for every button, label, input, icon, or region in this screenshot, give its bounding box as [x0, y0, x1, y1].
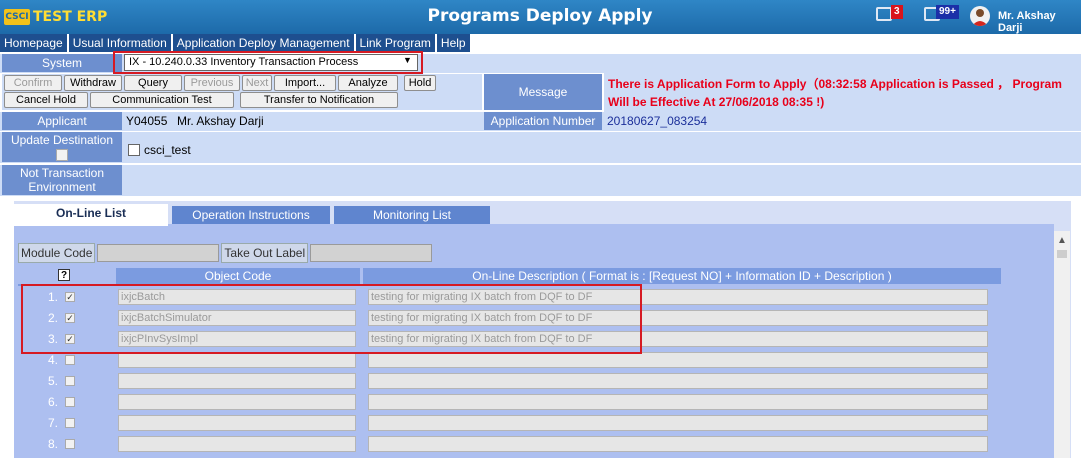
- applicant-name: Mr. Akshay Darji: [177, 114, 264, 128]
- withdraw-button[interactable]: Withdraw: [64, 75, 122, 91]
- csci-test-checkbox[interactable]: [128, 144, 140, 156]
- import-button[interactable]: Import...: [274, 75, 336, 91]
- app-logo[interactable]: CSCI TEST ERP: [4, 7, 107, 27]
- menu-usual-information[interactable]: Usual Information: [68, 34, 173, 52]
- applicant-id: Y04055: [126, 114, 168, 128]
- not-transaction-row: [0, 165, 1081, 196]
- module-code-input[interactable]: [97, 244, 220, 262]
- logo-mark: CSCI: [4, 9, 30, 25]
- scroll-thumb[interactable]: [1057, 250, 1067, 258]
- page-title: Programs Deploy Apply: [427, 6, 653, 26]
- user-name[interactable]: Mr. Akshay Darji: [998, 10, 1081, 34]
- menu-application-deploy-management[interactable]: Application Deploy Management: [172, 34, 356, 52]
- system-label: System: [2, 54, 122, 72]
- applicant-label: Applicant: [2, 112, 122, 130]
- communication-test-button[interactable]: Communication Test: [90, 92, 234, 108]
- table-row: 6.: [18, 393, 1002, 413]
- description-input[interactable]: [368, 373, 988, 389]
- table-row: 5.: [18, 372, 1002, 392]
- tab-operation-instructions[interactable]: Operation Instructions: [172, 206, 330, 224]
- description-input[interactable]: [368, 415, 988, 431]
- row-checkbox[interactable]: [65, 355, 75, 365]
- menu-homepage[interactable]: Homepage: [0, 34, 69, 52]
- highlight-box-rows: [21, 284, 642, 354]
- update-destination-cell: Update Destination: [2, 132, 122, 162]
- take-out-label-input[interactable]: [310, 244, 433, 262]
- main-menu: Homepage Usual Information Application D…: [0, 34, 1081, 52]
- tab-online-list[interactable]: On-Line List: [14, 204, 168, 226]
- logo-text: TEST ERP: [33, 9, 108, 25]
- description-input[interactable]: [368, 436, 988, 452]
- row-number: 6.: [47, 395, 58, 409]
- user-avatar[interactable]: [970, 6, 990, 26]
- notification-icon[interactable]: [876, 7, 892, 21]
- row-number: 7.: [47, 416, 58, 430]
- transfer-to-notification-button[interactable]: Transfer to Notification: [240, 92, 398, 108]
- destination-option: csci_test: [128, 143, 191, 157]
- filter-bar: Module Code Take Out Label: [18, 243, 1048, 263]
- row-checkbox[interactable]: [65, 439, 75, 449]
- vertical-scrollbar[interactable]: ▲: [1054, 231, 1070, 458]
- message-text: There is Application Form to Apply（08:32…: [604, 73, 1081, 113]
- column-header-description: On-Line Description ( Format is : [Reque…: [363, 268, 1001, 284]
- application-number-label: Application Number: [484, 112, 602, 130]
- table-row: 4.: [18, 351, 1002, 371]
- mail-badge: 99+: [936, 5, 959, 19]
- update-destination-label: Update Destination: [10, 133, 114, 147]
- module-code-label: Module Code: [18, 243, 96, 263]
- analyze-button[interactable]: Analyze: [338, 75, 398, 91]
- hold-button[interactable]: Hold: [404, 75, 436, 91]
- table-row: 8.: [18, 435, 1002, 455]
- application-number: 20180627_083254: [607, 114, 708, 128]
- object-code-input[interactable]: [118, 415, 356, 431]
- object-code-input[interactable]: [118, 394, 356, 410]
- column-header-object-code: Object Code: [116, 268, 360, 284]
- row-number: 5.: [47, 374, 58, 388]
- row-number: 4.: [47, 353, 58, 367]
- row-checkbox[interactable]: [65, 418, 75, 428]
- object-code-input[interactable]: [118, 373, 356, 389]
- destination-option-label: csci_test: [144, 143, 191, 157]
- notification-badge: 3: [891, 5, 903, 19]
- tab-monitoring-list[interactable]: Monitoring List: [334, 206, 490, 224]
- table-row: 7.: [18, 414, 1002, 434]
- row-number: 8.: [47, 437, 58, 451]
- update-destination-checkbox[interactable]: [56, 149, 68, 161]
- cancel-hold-button[interactable]: Cancel Hold: [4, 92, 88, 108]
- menu-help[interactable]: Help: [436, 34, 472, 52]
- query-button[interactable]: Query: [124, 75, 182, 91]
- message-label: Message: [484, 74, 602, 110]
- scroll-up-icon[interactable]: ▲: [1054, 235, 1070, 246]
- menu-link-program[interactable]: Link Program: [355, 34, 437, 52]
- next-button[interactable]: Next: [242, 75, 272, 91]
- person-icon: [972, 9, 988, 26]
- object-code-input[interactable]: [118, 352, 356, 368]
- description-input[interactable]: [368, 352, 988, 368]
- not-transaction-label: Not Transaction Environment: [2, 165, 122, 195]
- previous-button[interactable]: Previous: [184, 75, 240, 91]
- row-checkbox[interactable]: [65, 397, 75, 407]
- confirm-button[interactable]: Confirm: [4, 75, 62, 91]
- row-checkbox[interactable]: [65, 376, 75, 386]
- object-code-input[interactable]: [118, 436, 356, 452]
- help-icon[interactable]: ?: [58, 269, 70, 281]
- take-out-label-label: Take Out Label: [221, 243, 309, 263]
- highlight-box-system: [113, 51, 423, 74]
- description-input[interactable]: [368, 394, 988, 410]
